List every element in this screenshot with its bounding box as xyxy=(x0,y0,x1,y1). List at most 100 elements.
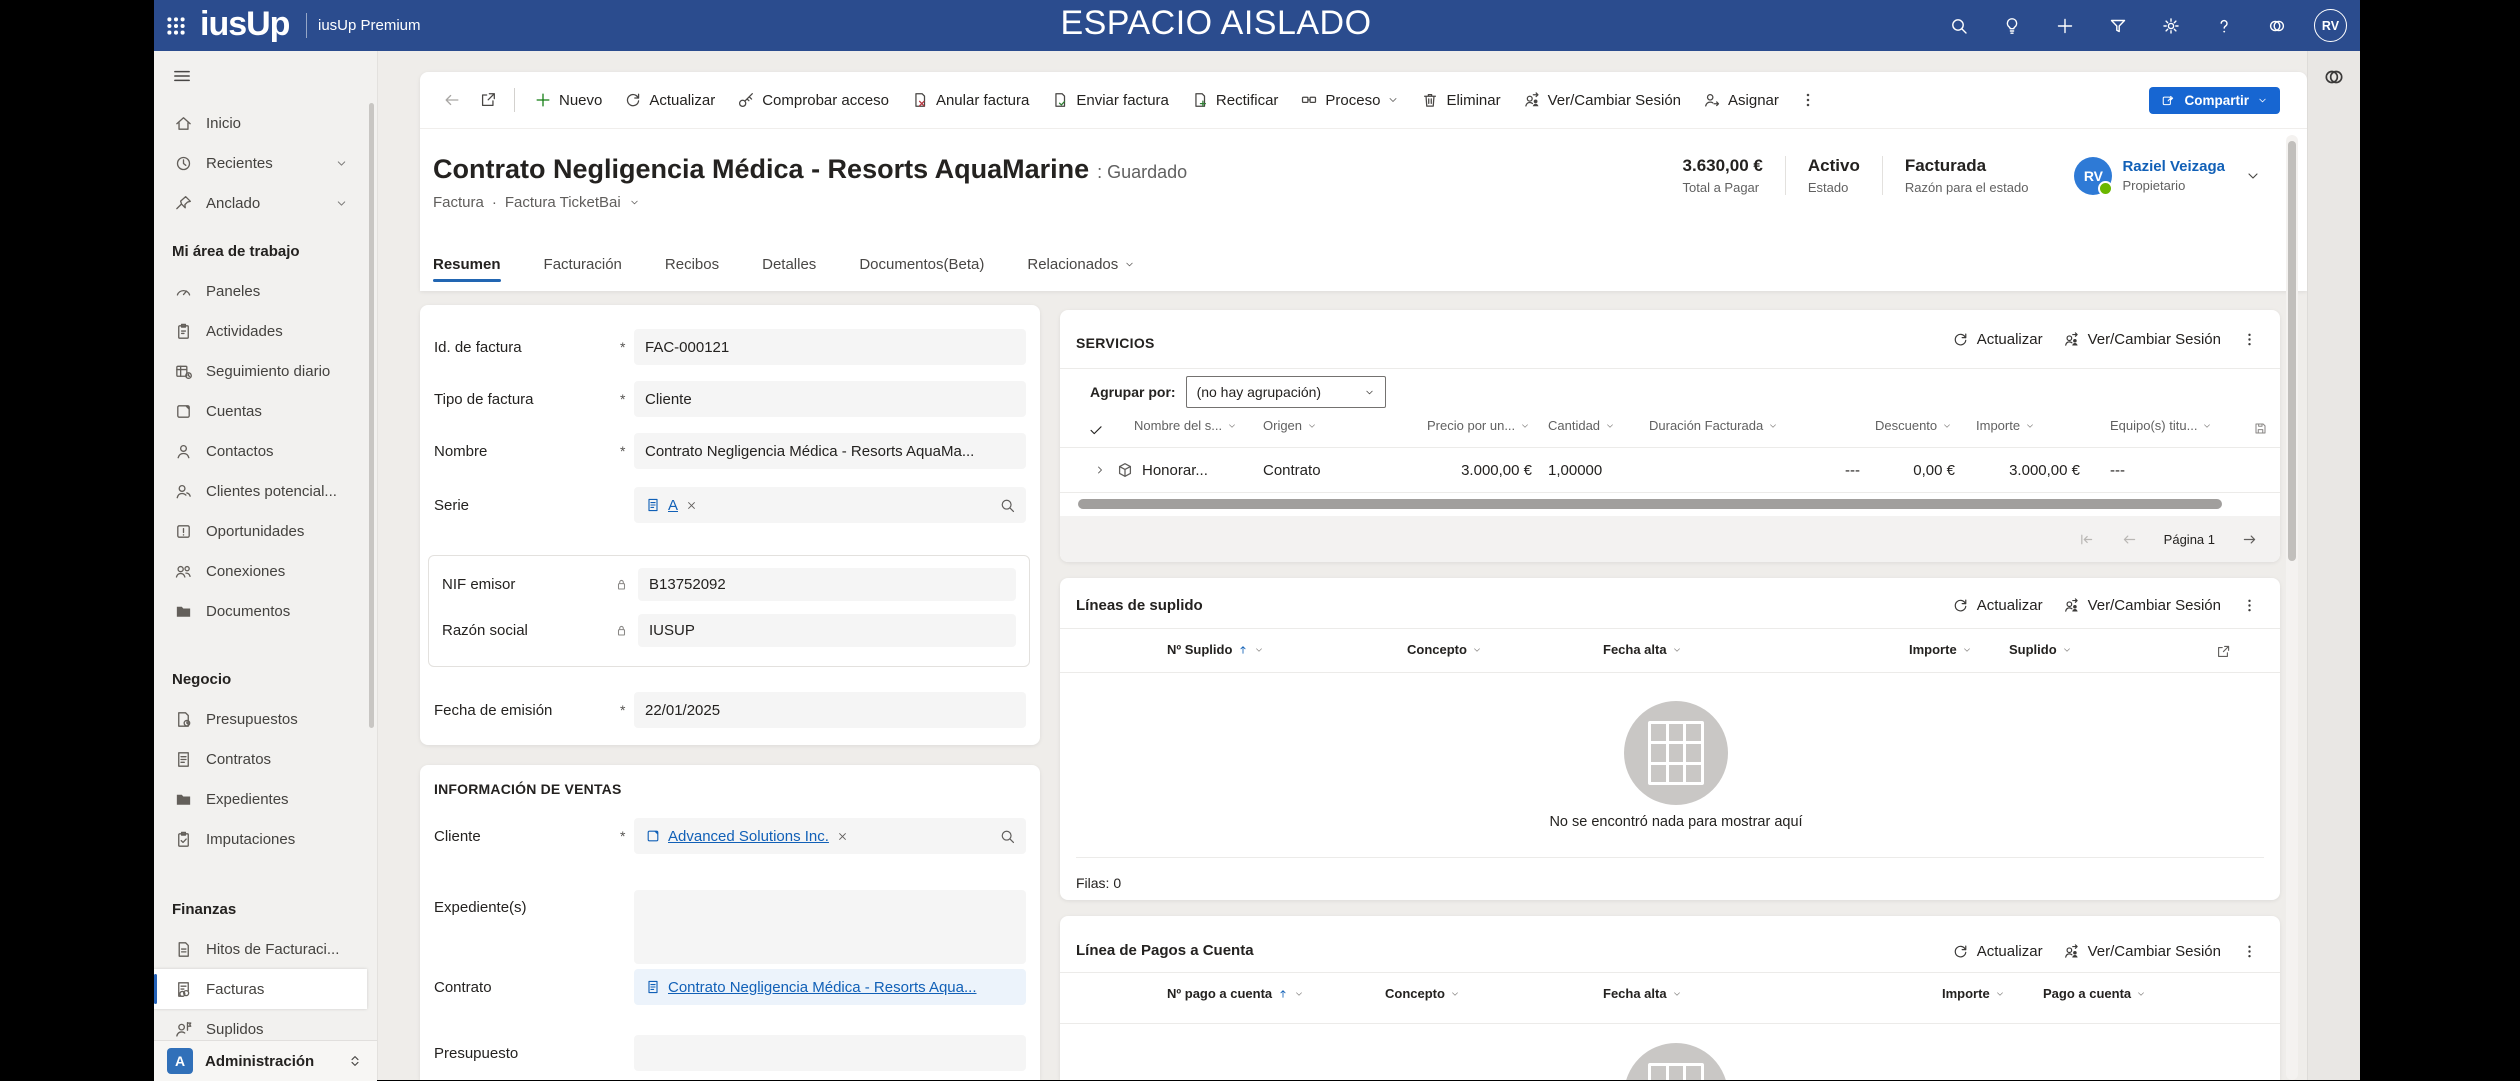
search-button[interactable] xyxy=(1932,0,1985,51)
sidebar-item-conexiones[interactable]: Conexiones xyxy=(154,551,370,591)
column-header-suplido[interactable]: Suplido xyxy=(2009,642,2072,657)
sidebar-item-paneles[interactable]: Paneles xyxy=(154,271,370,311)
sidebar-item-seguimiento-diario[interactable]: Seguimiento diario xyxy=(154,351,370,391)
column-header-fecha-alta[interactable]: Fecha alta xyxy=(1603,642,1682,657)
close-icon[interactable] xyxy=(685,499,698,512)
tab-resumen[interactable]: Resumen xyxy=(433,238,501,291)
cancel-invoice-button[interactable]: Anular factura xyxy=(900,82,1040,118)
column-header-cantidad[interactable]: Cantidad xyxy=(1548,418,1615,433)
copilot-icon[interactable] xyxy=(2322,65,2346,89)
column-header-equipos[interactable]: Equipo(s) titu... xyxy=(2110,418,2212,433)
sidebar-item-hitos-facturacion[interactable]: Hitos de Facturaci... xyxy=(154,929,370,969)
previous-page-icon[interactable] xyxy=(2121,531,2138,548)
open-in-new-icon[interactable] xyxy=(2215,644,2231,660)
open-in-new-window-button[interactable] xyxy=(470,82,506,118)
refresh-button[interactable]: Actualizar xyxy=(613,82,726,118)
area-switcher[interactable]: A Administración xyxy=(154,1040,377,1081)
subgrid-session-button[interactable]: Ver/Cambiar Sesión xyxy=(2053,590,2231,620)
first-page-icon[interactable] xyxy=(2078,531,2095,548)
more-commands-button[interactable] xyxy=(1790,82,1826,118)
column-header-descuento[interactable]: Descuento xyxy=(1875,418,1952,433)
column-header-num-suplido[interactable]: Nº Suplido xyxy=(1167,642,1264,657)
files-input[interactable] xyxy=(634,890,1026,964)
tab-relacionados[interactable]: Relacionados xyxy=(1027,238,1135,291)
group-by-select[interactable]: (no hay agrupación) xyxy=(1185,376,1386,408)
subgrid-more-button[interactable] xyxy=(2231,324,2268,354)
sidebar-item-documentos[interactable]: Documentos xyxy=(154,591,370,631)
process-button[interactable]: Proceso xyxy=(1289,82,1410,118)
tab-facturacion[interactable]: Facturación xyxy=(544,238,622,291)
page-scrollbar[interactable] xyxy=(2286,135,2298,1080)
sidebar-item-clientes-potenciales[interactable]: Clientes potencial... xyxy=(154,471,370,511)
series-link[interactable]: A xyxy=(668,497,678,514)
budget-input[interactable] xyxy=(634,1035,1026,1071)
sidebar-scrollbar-thumb[interactable] xyxy=(369,103,374,728)
sidebar-item-expedientes[interactable]: Expedientes xyxy=(154,779,370,819)
sidebar-item-recientes[interactable]: Recientes xyxy=(154,143,370,183)
series-lookup-input[interactable]: A xyxy=(634,487,1026,523)
new-button[interactable]: Nuevo xyxy=(523,82,613,118)
copilot-button[interactable] xyxy=(2250,0,2303,51)
save-layout-icon[interactable] xyxy=(2253,421,2268,436)
column-header-pago-cuenta[interactable]: Pago a cuenta xyxy=(2043,986,2146,1001)
invoice-type-input[interactable]: Cliente xyxy=(634,381,1026,417)
assign-button[interactable]: Asignar xyxy=(1692,82,1790,118)
column-header-concepto[interactable]: Concepto xyxy=(1385,986,1460,1001)
user-avatar[interactable]: RV xyxy=(2314,9,2347,42)
send-invoice-button[interactable]: Enviar factura xyxy=(1040,82,1180,118)
form-selector[interactable]: Factura TicketBai xyxy=(505,194,621,211)
hamburger-icon[interactable] xyxy=(171,65,193,87)
invoice-id-input[interactable]: FAC-000121 xyxy=(634,329,1026,365)
column-header-nombre[interactable]: Nombre del s... xyxy=(1134,418,1237,433)
rectify-button[interactable]: Rectificar xyxy=(1180,82,1290,118)
next-page-icon[interactable] xyxy=(2241,531,2258,548)
subgrid-more-button[interactable] xyxy=(2231,590,2268,620)
name-input[interactable]: Contrato Negligencia Médica - Resorts Aq… xyxy=(634,433,1026,469)
sidebar-item-contratos[interactable]: Contratos xyxy=(154,739,370,779)
column-header-origen[interactable]: Origen xyxy=(1263,418,1317,433)
subgrid-refresh-button[interactable]: Actualizar xyxy=(1942,936,2053,966)
subgrid-session-button[interactable]: Ver/Cambiar Sesión xyxy=(2053,936,2231,966)
chevron-down-icon[interactable] xyxy=(335,197,348,210)
service-row[interactable]: Honorar... Contrato 3.000,00 € 1,00000 -… xyxy=(1060,448,2280,492)
share-button[interactable]: Compartir xyxy=(2149,87,2280,114)
search-icon[interactable] xyxy=(999,828,1016,845)
subgrid-more-button[interactable] xyxy=(2231,936,2268,966)
owner-field[interactable]: RV Raziel Veizaga Propietario xyxy=(2050,156,2225,196)
back-button[interactable] xyxy=(434,82,470,118)
column-header-concepto[interactable]: Concepto xyxy=(1407,642,1482,657)
contract-lookup-input[interactable]: Contrato Negligencia Médica - Resorts Aq… xyxy=(634,969,1026,1005)
column-header-duracion[interactable]: Duración Facturada xyxy=(1649,418,1778,433)
owner-name[interactable]: Raziel Veizaga xyxy=(2122,158,2225,175)
settings-button[interactable] xyxy=(2144,0,2197,51)
client-lookup-input[interactable]: Advanced Solutions Inc. xyxy=(634,818,1026,854)
issue-date-input[interactable]: 22/01/2025 xyxy=(634,692,1026,728)
delete-button[interactable]: Eliminar xyxy=(1410,82,1511,118)
sidebar-item-oportunidades[interactable]: Oportunidades xyxy=(154,511,370,551)
filter-button[interactable] xyxy=(2091,0,2144,51)
help-button[interactable] xyxy=(2197,0,2250,51)
client-link[interactable]: Advanced Solutions Inc. xyxy=(668,828,829,845)
nif-input[interactable]: B13752092 xyxy=(638,568,1016,601)
column-header-importe[interactable]: Importe xyxy=(1909,642,1972,657)
sidebar-item-contactos[interactable]: Contactos xyxy=(154,431,370,471)
subgrid-session-button[interactable]: Ver/Cambiar Sesión xyxy=(2053,324,2231,354)
column-header-num-pago[interactable]: Nº pago a cuenta xyxy=(1167,986,1304,1001)
column-header-precio[interactable]: Precio por un... xyxy=(1427,418,1530,433)
app-launcher-icon[interactable] xyxy=(164,14,188,38)
sidebar-item-imputaciones[interactable]: Imputaciones xyxy=(154,819,370,859)
horizontal-scrollbar[interactable] xyxy=(1078,499,2222,509)
sidebar-item-cuentas[interactable]: Cuentas xyxy=(154,391,370,431)
column-header-importe[interactable]: Importe xyxy=(1976,418,2035,433)
expand-row-icon[interactable] xyxy=(1094,464,1106,476)
column-header-fecha-alta[interactable]: Fecha alta xyxy=(1603,986,1682,1001)
page-scrollbar-thumb[interactable] xyxy=(2288,141,2296,561)
sidebar-item-anclado[interactable]: Anclado xyxy=(154,183,370,223)
view-change-session-button[interactable]: Ver/Cambiar Sesión xyxy=(1512,82,1692,118)
tips-button[interactable] xyxy=(1985,0,2038,51)
sidebar-scrollbar[interactable] xyxy=(369,103,374,1033)
subgrid-refresh-button[interactable]: Actualizar xyxy=(1942,324,2053,354)
subgrid-refresh-button[interactable]: Actualizar xyxy=(1942,590,2053,620)
quick-create-button[interactable] xyxy=(2038,0,2091,51)
tab-documentos-beta[interactable]: Documentos(Beta) xyxy=(859,238,984,291)
